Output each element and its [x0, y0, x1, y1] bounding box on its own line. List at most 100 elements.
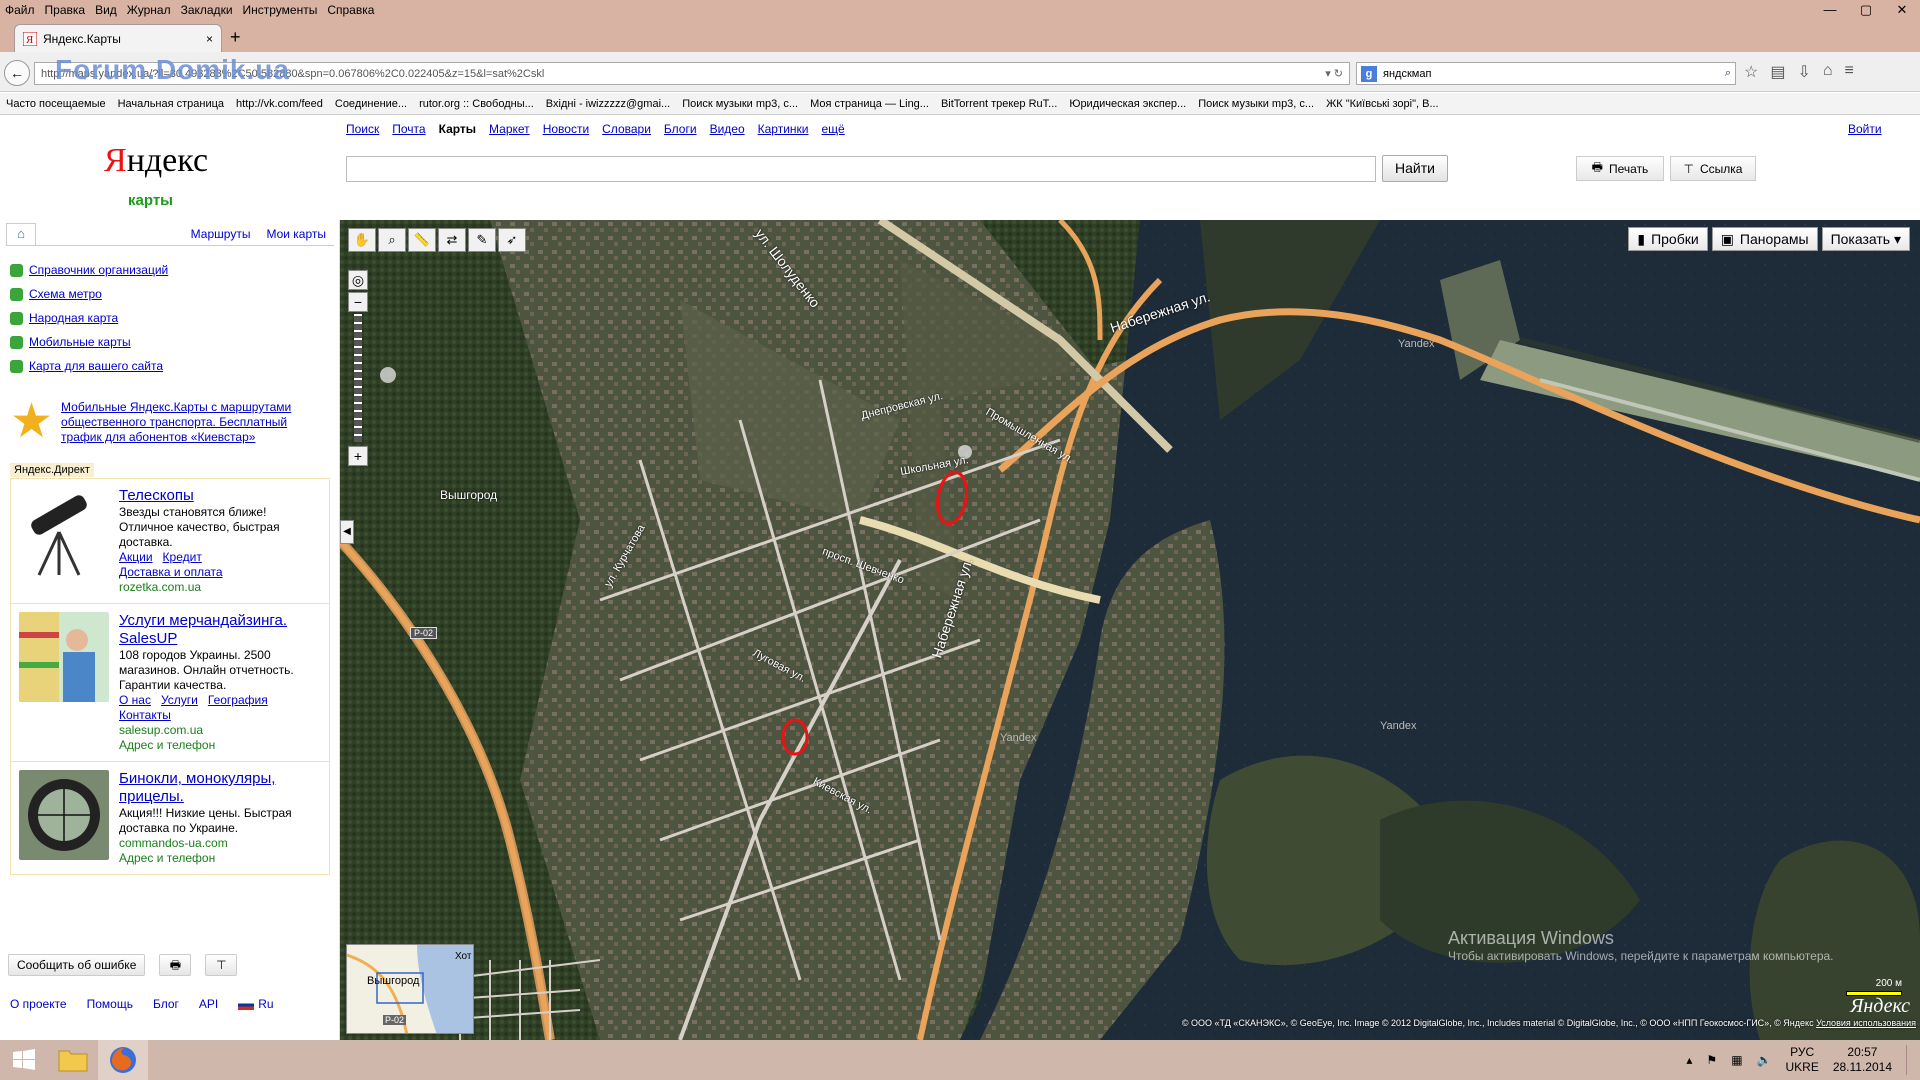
nav-mail[interactable]: Почта: [392, 122, 425, 136]
ad-link[interactable]: География: [208, 693, 268, 707]
terms-link[interactable]: Условия использования: [1816, 1018, 1916, 1028]
nav-search[interactable]: Поиск: [346, 122, 379, 136]
marker-tool-icon[interactable]: ✎: [468, 228, 496, 252]
cursor-tool-icon[interactable]: ➶: [498, 228, 526, 252]
bookmark-item[interactable]: Начальная страница: [112, 98, 230, 110]
find-button[interactable]: Найти: [1382, 155, 1448, 182]
reload-icon[interactable]: ▾ ↻: [1325, 67, 1343, 80]
file-explorer-icon[interactable]: [48, 1040, 98, 1080]
ad-link[interactable]: Акции: [119, 550, 153, 564]
new-tab-button[interactable]: +: [230, 28, 241, 46]
bookmark-item[interactable]: BitTorrent трекер RuT...: [935, 98, 1063, 110]
volume-icon[interactable]: 🔈: [1757, 1053, 1772, 1067]
back-arrow-icon[interactable]: ←: [4, 60, 30, 86]
menu-tools[interactable]: Инструменты: [238, 3, 323, 17]
yandex-logo[interactable]: Яндекс: [104, 142, 208, 180]
sidebar-link-directory[interactable]: Справочник организаций: [29, 263, 168, 277]
menu-bookmarks[interactable]: Закладки: [176, 3, 238, 17]
bookmark-item[interactable]: Соединение...: [329, 98, 413, 110]
promo-link[interactable]: Мобильные Яндекс.Карты с маршрутами обще…: [61, 400, 330, 448]
mini-map[interactable]: Вышгород Р-02 Хот: [346, 944, 474, 1034]
home-icon[interactable]: ⌂: [1823, 62, 1833, 82]
bookmark-item[interactable]: Поиск музыки mp3, с...: [676, 98, 804, 110]
zoom-slider[interactable]: [354, 314, 362, 442]
show-dropdown[interactable]: Показать ▾: [1821, 227, 1910, 251]
bookmark-item[interactable]: Моя страница — Ling...: [804, 98, 935, 110]
ruler-icon[interactable]: 📏: [408, 228, 436, 252]
ad-title[interactable]: Бинокли, монокуляры, прицелы.: [119, 770, 321, 806]
network-icon[interactable]: ▦: [1731, 1053, 1742, 1067]
tab-routes[interactable]: Маршруты: [183, 227, 259, 241]
zoom-out-button[interactable]: −: [348, 292, 368, 312]
ad-link[interactable]: Доставка и оплата: [119, 565, 223, 579]
show-desktop-icon[interactable]: [1906, 1045, 1912, 1075]
sidebar-link-metro[interactable]: Схема метро: [29, 287, 102, 301]
nav-news[interactable]: Новости: [543, 122, 589, 136]
language-indicator[interactable]: РУС UKRE: [1785, 1045, 1818, 1075]
login-link[interactable]: Войти: [1848, 122, 1882, 136]
hamburger-menu-icon[interactable]: ≡: [1845, 62, 1854, 82]
link-small-icon[interactable]: ⊤: [205, 954, 238, 976]
menu-view[interactable]: Вид: [90, 3, 122, 17]
tab-my-maps[interactable]: Мои карты: [258, 227, 334, 241]
bookmark-item[interactable]: Поиск музыки mp3, с...: [1192, 98, 1320, 110]
zoom-area-icon[interactable]: ⌕: [378, 228, 406, 252]
footer-about[interactable]: О проекте: [10, 997, 67, 1011]
ad-title[interactable]: Услуги мерчандайзинга. SalesUP: [119, 612, 321, 648]
nav-video[interactable]: Видео: [710, 122, 745, 136]
link-button[interactable]: ⊤ Ссылка: [1670, 156, 1756, 181]
ad-address-link[interactable]: Адрес и телефон: [119, 738, 321, 753]
footer-help[interactable]: Помощь: [87, 997, 133, 1011]
firefox-taskbar-icon[interactable]: [98, 1040, 148, 1080]
footer-api[interactable]: API: [199, 997, 218, 1011]
magnifier-icon[interactable]: ⌕: [1725, 67, 1731, 80]
hand-tool-icon[interactable]: ✋: [348, 228, 376, 252]
bookmark-item[interactable]: Юридическая экспер...: [1063, 98, 1192, 110]
clock[interactable]: 20:57 28.11.2014: [1833, 1045, 1892, 1075]
compass-icon[interactable]: ◎: [348, 270, 368, 290]
bookmark-item[interactable]: Часто посещаемые: [0, 98, 112, 110]
tray-arrow-icon[interactable]: ▴: [1686, 1053, 1692, 1067]
ad-link[interactable]: О нас: [119, 693, 151, 707]
ad-link[interactable]: Услуги: [161, 693, 198, 707]
sidebar-link-mobile[interactable]: Мобильные карты: [29, 335, 131, 349]
menu-history[interactable]: Журнал: [122, 3, 176, 17]
menu-file[interactable]: Файл: [0, 3, 40, 17]
map-search-input[interactable]: [346, 156, 1376, 182]
print-small-icon[interactable]: 🖶: [159, 954, 192, 976]
nav-market[interactable]: Маркет: [489, 122, 530, 136]
ad-link[interactable]: Контакты: [119, 708, 171, 722]
bookmark-item[interactable]: http://vk.com/feed: [230, 98, 329, 110]
browser-search-bar[interactable]: g яндскмап ⌕: [1356, 62, 1736, 85]
downloads-icon[interactable]: ⇩: [1797, 62, 1810, 82]
print-button[interactable]: 🖶 Печать: [1576, 156, 1664, 181]
menu-help[interactable]: Справка: [322, 3, 379, 17]
library-icon[interactable]: ▤: [1770, 62, 1785, 82]
sidebar-link-site-map[interactable]: Карта для вашего сайта: [29, 359, 163, 373]
footer-language[interactable]: Ru: [238, 997, 274, 1011]
ad-address-link[interactable]: Адрес и телефон: [119, 851, 321, 866]
bookmark-item[interactable]: rutor.org :: Свободны...: [413, 98, 540, 110]
maximize-button[interactable]: ▢: [1848, 0, 1884, 20]
route-icon[interactable]: ⇄: [438, 228, 466, 252]
traffic-button[interactable]: ▮ Пробки: [1628, 227, 1708, 251]
tab-close-icon[interactable]: ×: [206, 32, 213, 46]
footer-blog[interactable]: Блог: [153, 997, 179, 1011]
home-tab-icon[interactable]: ⌂: [6, 222, 36, 245]
tab-yandex-maps[interactable]: Я Яндекс.Карты ×: [14, 24, 222, 52]
nav-blogs[interactable]: Блоги: [664, 122, 697, 136]
panoramas-button[interactable]: ▣ Панорамы: [1711, 227, 1818, 251]
ad-title[interactable]: Телескопы: [119, 487, 321, 505]
nav-dictionaries[interactable]: Словари: [602, 122, 651, 136]
satellite-map[interactable]: ул. Шолуденко Набережная ул. Набережная …: [340, 220, 1920, 1040]
minimize-button[interactable]: —: [1812, 0, 1848, 20]
sidebar-link-people-map[interactable]: Народная карта: [29, 311, 118, 325]
url-bar[interactable]: Forum.Domik.ua http://maps.yandex.ua/?ll…: [34, 54, 1350, 85]
collapse-sidebar-icon[interactable]: ◀: [340, 520, 354, 544]
ad-link[interactable]: Кредит: [163, 550, 202, 564]
bookmark-item[interactable]: Вхідні - iwizzzzz@gmai...: [540, 98, 676, 110]
menu-edit[interactable]: Правка: [40, 3, 91, 17]
zoom-in-button[interactable]: +: [348, 446, 368, 466]
bookmark-item[interactable]: ЖК "Київські зорі", В...: [1320, 98, 1445, 110]
nav-images[interactable]: Картинки: [758, 122, 809, 136]
